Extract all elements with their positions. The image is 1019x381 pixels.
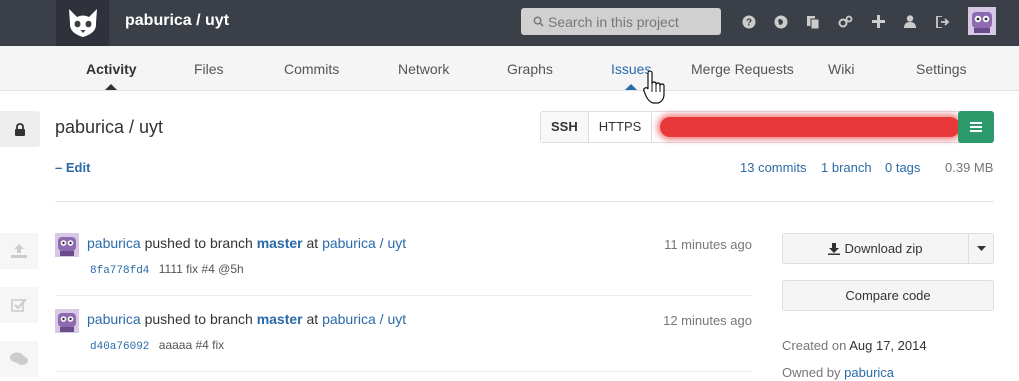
compare-code-button[interactable]: Compare code bbox=[782, 280, 994, 311]
profile-icon[interactable] bbox=[902, 13, 919, 30]
top-header: paburica / uyt Search in this project ? bbox=[0, 0, 1019, 46]
owned-by: Owned by paburica bbox=[782, 365, 894, 380]
download-icon bbox=[828, 242, 841, 255]
tab-settings[interactable]: Settings bbox=[916, 61, 967, 77]
logout-icon[interactable] bbox=[934, 13, 951, 30]
created-date: Aug 17, 2014 bbox=[849, 338, 927, 353]
event-divider bbox=[55, 371, 752, 372]
event-project-link[interactable]: paburica / uyt bbox=[322, 311, 406, 327]
header-project-title[interactable]: paburica / uyt bbox=[125, 12, 229, 30]
event-item: paburica pushed to branch master at pabu… bbox=[55, 309, 752, 357]
comment-event-filter[interactable] bbox=[0, 341, 38, 377]
event-branch-link[interactable]: master bbox=[257, 235, 303, 251]
project-nav: Activity Files Commits Network Graphs Is… bbox=[0, 46, 1019, 91]
event-at-text: at bbox=[306, 311, 319, 327]
project-name: paburica / uyt bbox=[55, 117, 164, 137]
gitlab-logo[interactable] bbox=[56, 0, 109, 46]
owned-label: Owned by bbox=[782, 365, 841, 380]
tab-merge-requests[interactable]: Merge Requests bbox=[691, 61, 794, 77]
created-on: Created on Aug 17, 2014 bbox=[782, 338, 927, 353]
cat-logo-icon bbox=[68, 9, 97, 37]
event-project-link[interactable]: paburica / uyt bbox=[322, 235, 406, 251]
event-time: 11 minutes ago bbox=[664, 237, 752, 252]
clone-panel: SSH HTTPS bbox=[540, 111, 966, 143]
branches-count-link[interactable]: 1 branch bbox=[821, 160, 872, 175]
tab-commits-label: Commits bbox=[284, 61, 340, 77]
clone-ssh-button[interactable]: SSH bbox=[541, 112, 589, 142]
event-item: paburica pushed to branch master at pabu… bbox=[55, 233, 752, 281]
head-divider bbox=[55, 201, 994, 202]
event-author-avatar[interactable] bbox=[55, 309, 79, 333]
event-summary: paburica pushed to branch master at pabu… bbox=[87, 235, 406, 251]
tags-count-link[interactable]: 0 tags bbox=[885, 160, 920, 175]
commit-sha-link[interactable]: 8fa778fd4 bbox=[90, 265, 149, 277]
clone-url-input[interactable] bbox=[652, 112, 964, 142]
tab-merge-requests-label: Merge Requests bbox=[691, 61, 794, 77]
tab-wiki[interactable]: Wiki bbox=[828, 61, 854, 77]
event-branch-link[interactable]: master bbox=[257, 311, 303, 327]
download-zip-button[interactable]: Download zip bbox=[783, 234, 969, 263]
hand-cursor-icon bbox=[643, 71, 665, 104]
tab-wiki-label: Wiki bbox=[828, 61, 855, 77]
event-summary: paburica pushed to branch master at pabu… bbox=[87, 311, 406, 327]
repo-size: 0.39 MB bbox=[945, 160, 994, 175]
caret-down-icon bbox=[976, 246, 986, 251]
edit-description-link[interactable]: – Edit bbox=[55, 160, 90, 175]
event-time: 12 minutes ago bbox=[663, 313, 752, 328]
push-event-filter[interactable] bbox=[0, 233, 38, 269]
private-lock-badge bbox=[0, 111, 40, 147]
comments-icon bbox=[10, 352, 28, 365]
search-icon bbox=[533, 16, 544, 27]
tab-graphs-label: Graphs bbox=[507, 61, 553, 77]
upload-icon bbox=[11, 244, 27, 258]
event-author-link[interactable]: paburica bbox=[87, 235, 141, 251]
tab-network[interactable]: Network bbox=[398, 61, 449, 77]
tab-commits[interactable]: Commits bbox=[284, 61, 339, 77]
event-author-avatar[interactable] bbox=[55, 233, 79, 257]
event-at-text: at bbox=[306, 235, 319, 251]
tab-network-label: Network bbox=[398, 61, 450, 77]
svg-text:?: ? bbox=[745, 17, 751, 28]
download-zip-group: Download zip bbox=[782, 233, 994, 264]
tab-files-label: Files bbox=[194, 61, 224, 77]
commit-sha-link[interactable]: d40a76092 bbox=[90, 341, 149, 353]
hover-tab-caret bbox=[625, 84, 638, 90]
tab-graphs[interactable]: Graphs bbox=[507, 61, 553, 77]
event-author-link[interactable]: paburica bbox=[87, 311, 141, 327]
checkbox-icon bbox=[11, 298, 27, 312]
search-input[interactable]: Search in this project bbox=[521, 8, 721, 35]
owner-link[interactable]: paburica bbox=[844, 365, 894, 380]
explore-icon[interactable] bbox=[772, 13, 789, 30]
hamburger-icon bbox=[970, 122, 982, 132]
tab-files[interactable]: Files bbox=[194, 61, 224, 77]
commit-message: 1111 fix #4 @5h bbox=[158, 262, 244, 276]
event-divider bbox=[55, 295, 752, 296]
lock-icon bbox=[15, 122, 25, 136]
admin-icon[interactable] bbox=[837, 13, 854, 30]
redacted-url-mark bbox=[660, 117, 961, 137]
active-tab-caret bbox=[105, 84, 118, 90]
download-format-dropdown[interactable] bbox=[969, 234, 993, 263]
merge-event-filter[interactable] bbox=[0, 287, 38, 323]
tab-activity-label: Activity bbox=[86, 61, 137, 77]
new-project-icon[interactable] bbox=[870, 13, 887, 30]
clone-https-button[interactable]: HTTPS bbox=[589, 112, 653, 142]
created-label: Created on bbox=[782, 338, 847, 353]
commits-count-link[interactable]: 13 commits bbox=[740, 160, 806, 175]
tab-settings-label: Settings bbox=[916, 61, 967, 77]
header-icon-bar: ? bbox=[740, 13, 967, 30]
search-placeholder: Search in this project bbox=[548, 13, 679, 30]
snippets-icon[interactable] bbox=[805, 13, 822, 30]
event-action-text: pushed to branch bbox=[144, 235, 253, 251]
help-icon[interactable]: ? bbox=[740, 13, 757, 30]
event-commit: 8fa778fd4 1111 fix #4 @5h bbox=[90, 262, 244, 277]
event-commit: d40a76092 aaaaa #4 fix bbox=[90, 338, 224, 353]
project-menu-button[interactable] bbox=[958, 111, 994, 143]
event-action-text: pushed to branch bbox=[144, 311, 253, 327]
commit-message: aaaaa #4 fix bbox=[158, 338, 225, 352]
user-avatar[interactable] bbox=[968, 7, 996, 35]
tab-activity[interactable]: Activity bbox=[86, 61, 137, 90]
download-zip-label: Download zip bbox=[844, 241, 923, 256]
